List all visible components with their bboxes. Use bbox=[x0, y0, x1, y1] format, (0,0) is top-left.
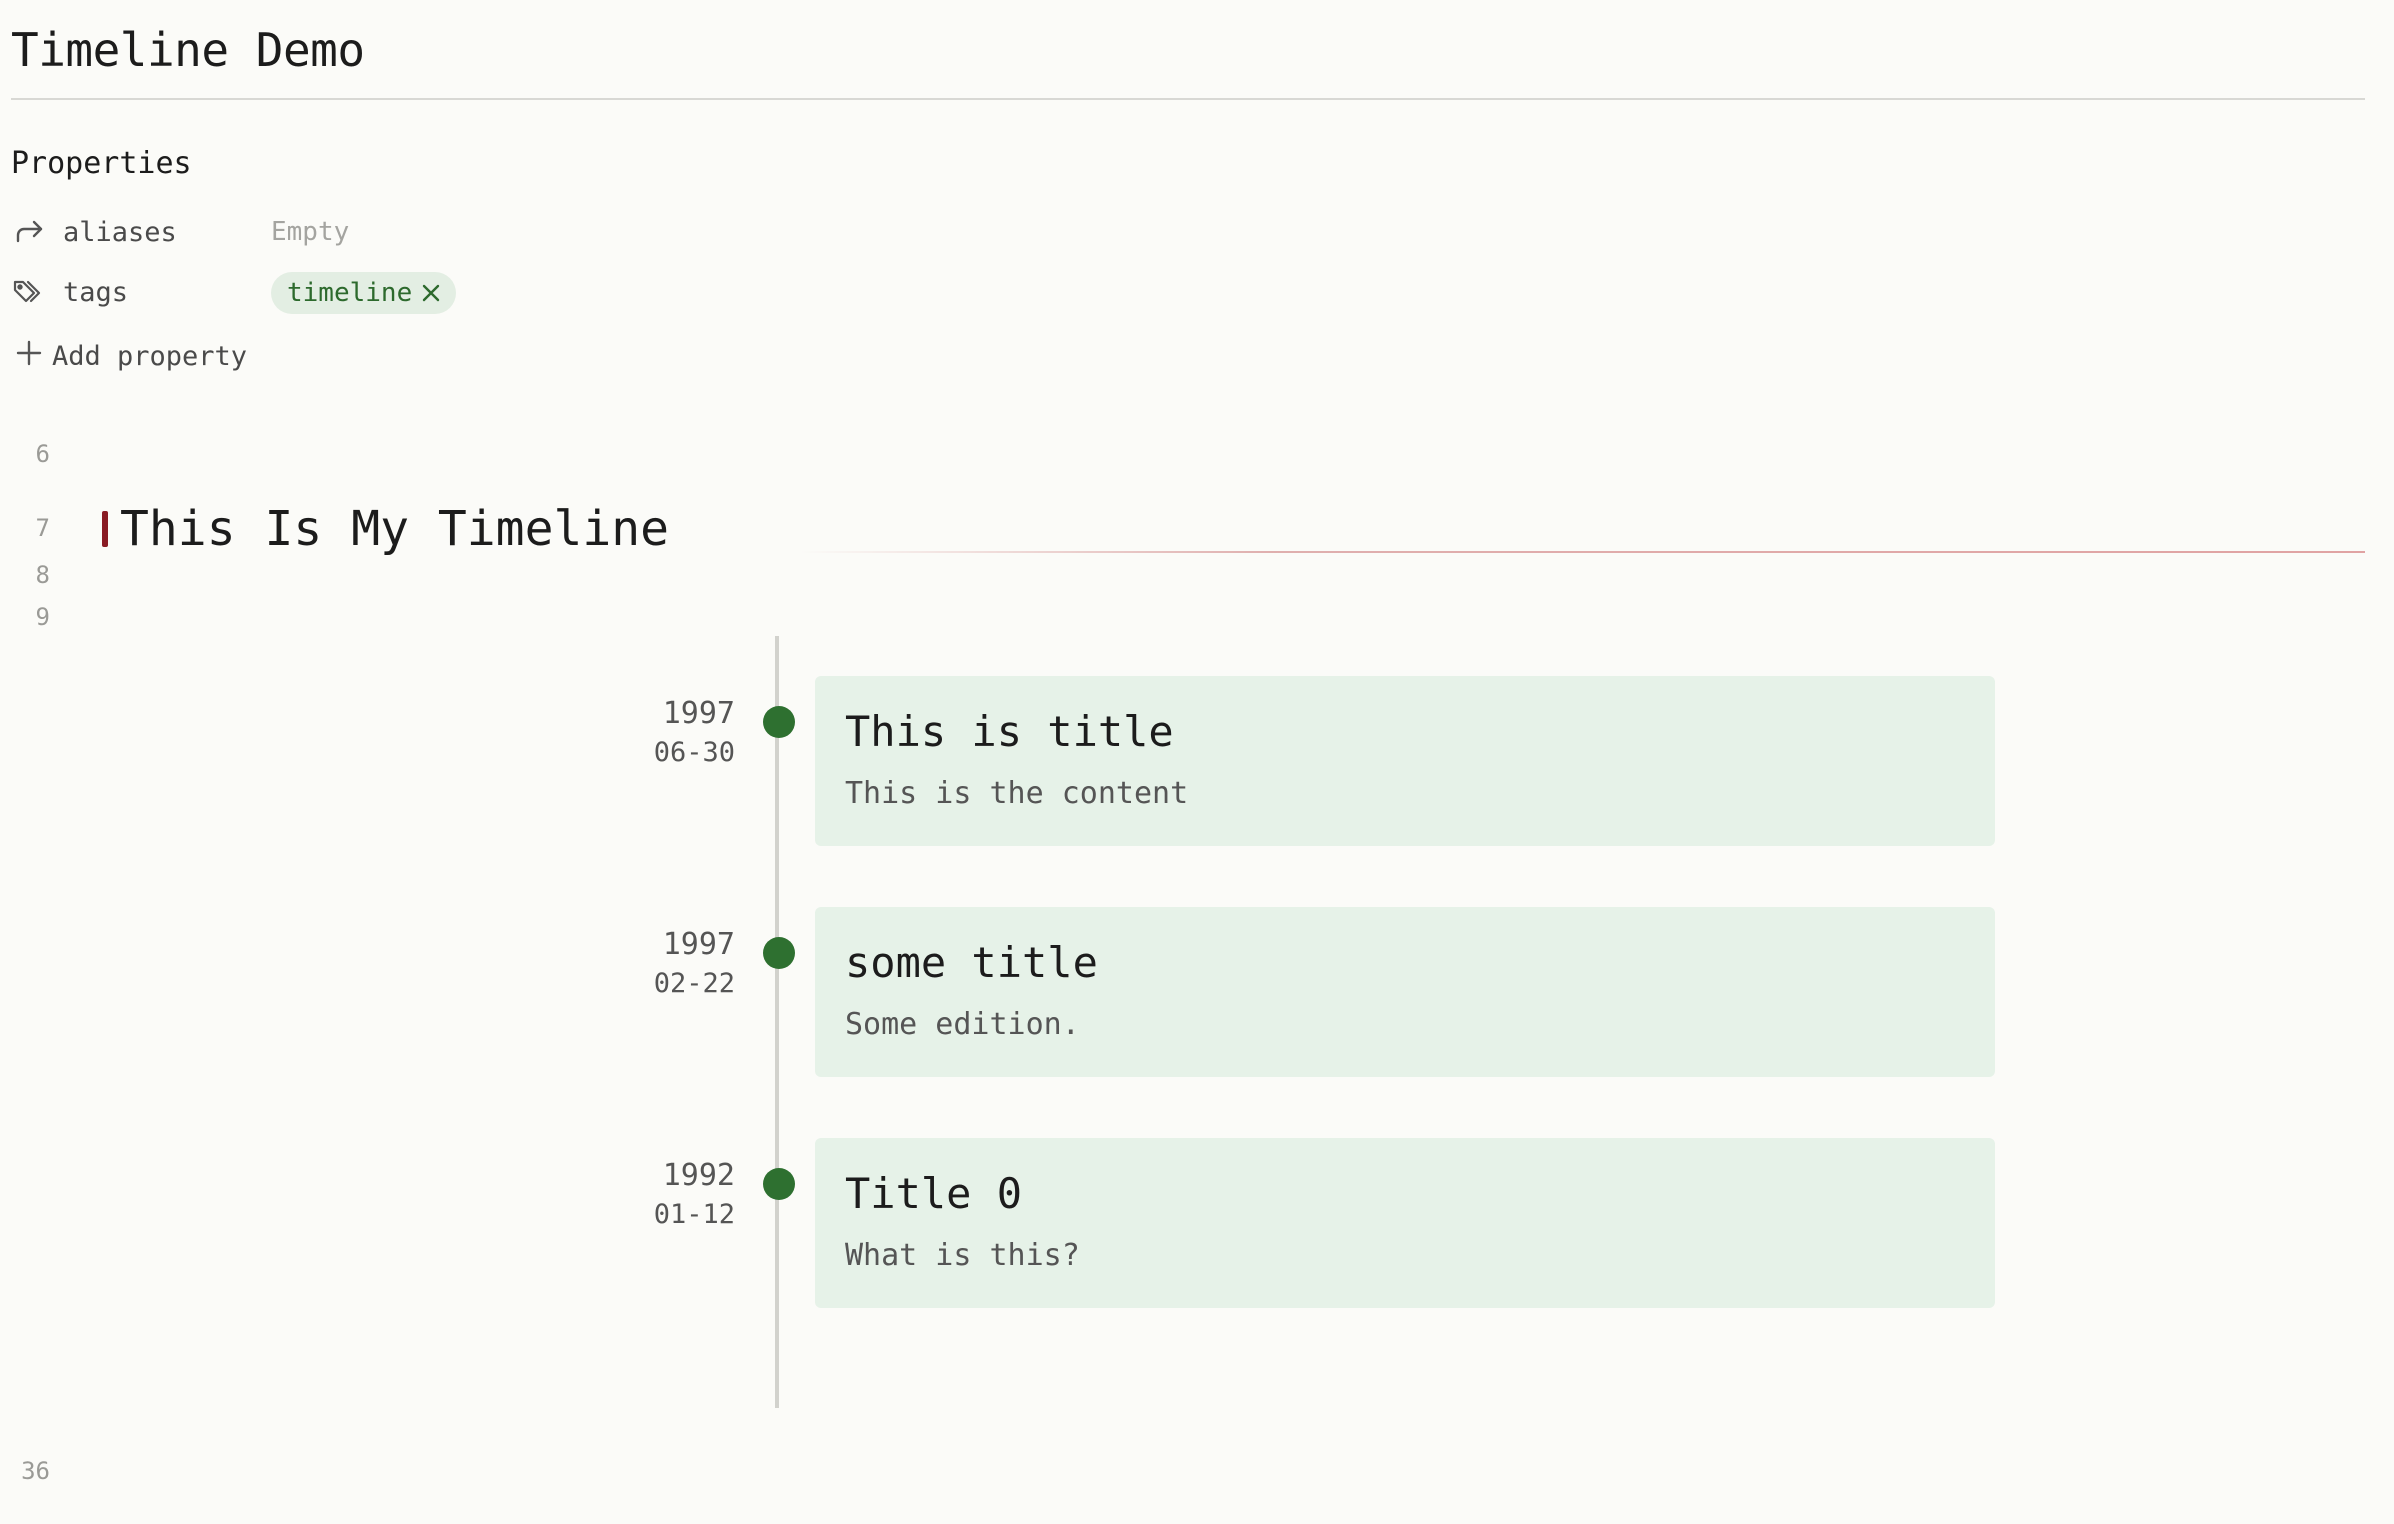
event-card[interactable]: Title 0 What is this? bbox=[815, 1138, 1995, 1308]
heading-underline bbox=[800, 551, 2365, 553]
event-content: Some edition. bbox=[845, 1007, 1080, 1042]
event-date: 01-12 bbox=[653, 1199, 735, 1230]
property-key-tags[interactable]: tags bbox=[63, 277, 128, 308]
timeline-event: 1997 06-30 This is title This is the con… bbox=[600, 676, 2000, 846]
timeline-dot bbox=[763, 937, 795, 969]
event-title: This is title bbox=[845, 707, 1174, 756]
event-title: some title bbox=[845, 938, 1098, 987]
tag-pill-timeline[interactable]: timeline bbox=[271, 272, 457, 314]
add-property-label: Add property bbox=[52, 340, 248, 372]
properties-heading[interactable]: Properties bbox=[11, 144, 192, 184]
arrow-forward-icon[interactable] bbox=[11, 213, 49, 251]
event-year: 1992 bbox=[662, 1158, 735, 1193]
tag-label[interactable]: timeline bbox=[287, 278, 412, 308]
event-year: 1997 bbox=[662, 696, 735, 731]
event-date: 06-30 bbox=[653, 737, 735, 768]
timeline-event: 1997 02-22 some title Some edition. bbox=[600, 907, 2000, 1077]
property-row-tags[interactable]: tags timeline bbox=[11, 268, 457, 316]
add-property-button[interactable]: Add property bbox=[16, 336, 247, 376]
timeline-event: 1992 01-12 Title 0 What is this? bbox=[600, 1138, 2000, 1308]
line-number: 9 bbox=[35, 603, 50, 631]
tags-icon[interactable] bbox=[11, 273, 49, 311]
event-date: 02-22 bbox=[653, 968, 735, 999]
event-title: Title 0 bbox=[845, 1169, 1023, 1218]
event-year: 1997 bbox=[662, 927, 735, 962]
property-value-aliases[interactable]: Empty bbox=[271, 217, 349, 247]
timeline-dot bbox=[763, 1168, 795, 1200]
line-number: 8 bbox=[35, 561, 50, 589]
timeline-heading[interactable]: This Is My Timeline bbox=[120, 498, 669, 560]
line-number: 36 bbox=[21, 1457, 50, 1485]
event-card[interactable]: This is title This is the content bbox=[815, 676, 1995, 846]
event-content: This is the content bbox=[845, 776, 1189, 811]
property-key-aliases[interactable]: aliases bbox=[63, 217, 177, 248]
title-divider bbox=[11, 98, 2365, 100]
line-number: 6 bbox=[35, 440, 50, 468]
close-icon[interactable] bbox=[420, 282, 442, 304]
event-content: What is this? bbox=[845, 1238, 1080, 1273]
heading-cursor-marker bbox=[102, 511, 108, 547]
note-title[interactable]: Timeline Demo bbox=[11, 18, 365, 82]
timeline-dot bbox=[763, 706, 795, 738]
line-number: 7 bbox=[35, 514, 50, 542]
plus-icon bbox=[16, 340, 42, 373]
property-row-aliases[interactable]: aliases Empty bbox=[11, 208, 349, 256]
event-card[interactable]: some title Some edition. bbox=[815, 907, 1995, 1077]
